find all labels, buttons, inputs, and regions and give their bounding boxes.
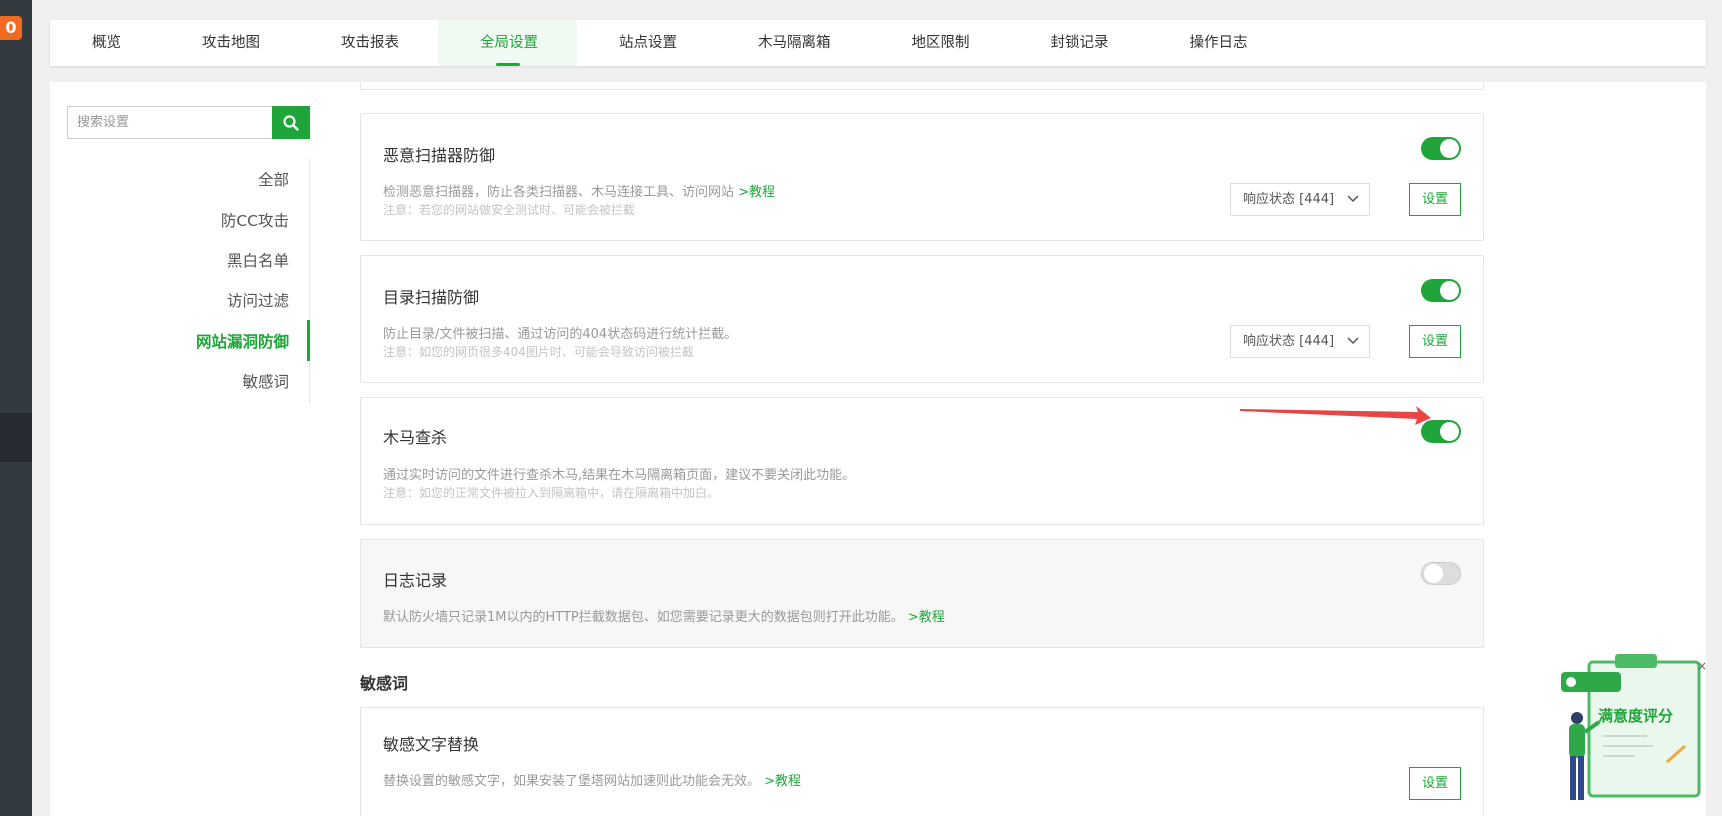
response-status-select[interactable]: 响应状态 [444] <box>1230 325 1370 358</box>
satisfaction-widget[interactable]: × 满意度评分 <box>1555 652 1715 816</box>
side-item-vuln-defense[interactable]: 网站漏洞防御 <box>196 330 289 352</box>
card-note: 注意：若您的网站做安全测试时、可能会被拦截 <box>383 203 636 217</box>
card-description: 检测恶意扫描器，防止各类扫描器、木马连接工具、访问网站 >教程 <box>383 185 776 200</box>
tab-attack-report[interactable]: 攻击报表 <box>299 20 438 66</box>
search-icon <box>283 114 299 131</box>
tab-overview[interactable]: 概览 <box>50 20 160 66</box>
log-record-toggle[interactable] <box>1421 562 1461 585</box>
card-description: 默认防火墙只记录1M以内的HTTP拦截数据包、如您需要记录更大的数据包则打开此功… <box>383 610 945 625</box>
setting-card-log-record: 日志记录 默认防火墙只记录1M以内的HTTP拦截数据包、如您需要记录更大的数据包… <box>360 539 1484 648</box>
side-item-access-filter[interactable]: 访问过滤 <box>227 289 289 311</box>
clipboard-illustration-icon: × <box>1561 654 1707 800</box>
card-note: 注意：如您的网页很多404图片时、可能会导致访问被拦截 <box>383 345 694 359</box>
setting-card-directory-scan-defense: 目录扫描防御 防止目录/文件被扫描、通过访问的404状态码进行统计拦截。 注意：… <box>360 255 1484 383</box>
tab-attack-map[interactable]: 攻击地图 <box>160 20 299 66</box>
tab-trojan-quarantine[interactable]: 木马隔离箱 <box>716 20 870 66</box>
settings-button[interactable]: 设置 <box>1409 325 1461 358</box>
notification-badge[interactable]: 0 <box>0 16 22 40</box>
tab-block-records[interactable]: 封锁记录 <box>1009 20 1148 66</box>
tab-global-settings[interactable]: 全局设置 <box>438 20 577 66</box>
tab-operation-log[interactable]: 操作日志 <box>1148 20 1287 66</box>
svg-text:×: × <box>1697 659 1707 673</box>
card-description: 替换设置的敏感文字，如果安装了堡塔网站加速则此功能会无效。 >教程 <box>383 774 802 789</box>
setting-card-trojan-scan: 木马查杀 通过实时访问的文件进行查杀木马,结果在木马隔离箱页面，建议不要关闭此功… <box>360 397 1484 525</box>
settings-panel: 搜索设置 全部 防CC攻击 黑白名单 访问过滤 网站漏洞防御 敏感词 恶意扫描器… <box>50 82 1706 816</box>
side-nav-active-indicator <box>307 320 310 361</box>
card-title: 恶意扫描器防御 <box>383 146 496 165</box>
tab-region-limit[interactable]: 地区限制 <box>870 20 1009 66</box>
trojan-scan-toggle[interactable] <box>1421 420 1461 443</box>
side-item-all[interactable]: 全部 <box>258 168 289 190</box>
side-item-sensitive-words[interactable]: 敏感词 <box>242 370 289 392</box>
scanner-defense-toggle[interactable] <box>1421 137 1461 160</box>
section-title: 敏感词 <box>360 674 409 693</box>
chevron-down-icon <box>1347 195 1359 203</box>
settings-button[interactable]: 设置 <box>1409 767 1461 800</box>
previous-card <box>360 82 1484 90</box>
side-item-blacklist-whitelist[interactable]: 黑白名单 <box>227 249 289 271</box>
settings-side-nav: 全部 防CC攻击 黑白名单 访问过滤 网站漏洞防御 敏感词 <box>67 159 310 403</box>
toggle-knob <box>1440 281 1459 300</box>
sidebar-active-item[interactable] <box>0 413 32 462</box>
tutorial-link[interactable]: >教程 <box>738 185 775 200</box>
tutorial-link[interactable]: >教程 <box>908 610 945 625</box>
directory-scan-toggle[interactable] <box>1421 279 1461 302</box>
setting-card-scanner-defense: 恶意扫描器防御 检测恶意扫描器，防止各类扫描器、木马连接工具、访问网站 >教程 … <box>360 113 1484 241</box>
tutorial-link[interactable]: >教程 <box>764 774 801 789</box>
toggle-knob <box>1424 564 1443 583</box>
card-title: 木马查杀 <box>383 428 448 447</box>
chevron-down-icon <box>1347 337 1359 345</box>
card-description: 通过实时访问的文件进行查杀木马,结果在木马隔离箱页面，建议不要关闭此功能。 <box>383 468 856 483</box>
settings-button[interactable]: 设置 <box>1409 183 1461 216</box>
tab-site-settings[interactable]: 站点设置 <box>577 20 716 66</box>
card-description: 防止目录/文件被扫描、通过访问的404状态码进行统计拦截。 <box>383 327 738 342</box>
toggle-knob <box>1440 422 1459 441</box>
side-item-anti-cc[interactable]: 防CC攻击 <box>221 209 289 231</box>
card-title: 敏感文字替换 <box>383 735 480 754</box>
toggle-knob <box>1440 139 1459 158</box>
response-status-select[interactable]: 响应状态 [444] <box>1230 183 1370 216</box>
top-tab-bar: 概览 攻击地图 攻击报表 全局设置 站点设置 木马隔离箱 地区限制 封锁记录 操… <box>50 20 1706 66</box>
card-title: 日志记录 <box>383 571 448 590</box>
card-title: 目录扫描防御 <box>383 288 480 307</box>
satisfaction-label[interactable]: 满意度评分 <box>1598 705 1673 726</box>
card-note: 注意：如您的正常文件被拉入到隔离箱中，请在隔离箱中加白。 <box>383 486 720 500</box>
setting-card-sensitive-replace: 敏感文字替换 替换设置的敏感文字，如果安装了堡塔网站加速则此功能会无效。 >教程… <box>360 707 1484 816</box>
search-button[interactable] <box>272 106 310 139</box>
left-sidebar: 0 <box>0 0 32 816</box>
